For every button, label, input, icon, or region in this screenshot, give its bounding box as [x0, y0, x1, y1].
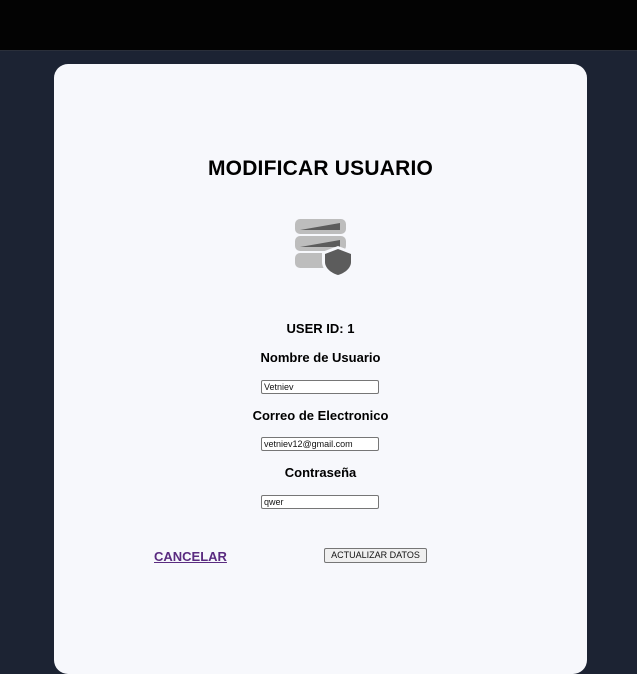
edit-user-card: MODIFICAR USUARIO USER ID: 1 Nombre de U… — [54, 64, 587, 674]
username-label: Nombre de Usuario — [260, 350, 381, 365]
password-label: Contraseña — [284, 465, 357, 480]
email-input[interactable] — [261, 437, 379, 451]
cancel-link[interactable]: CANCELAR — [154, 549, 227, 564]
username-input[interactable] — [261, 380, 379, 394]
update-data-button[interactable]: ACTUALIZAR DATOS — [324, 548, 427, 563]
page-title: MODIFICAR USUARIO — [207, 157, 434, 180]
user-id-label: USER ID: 1 — [286, 321, 355, 336]
top-bar — [0, 0, 637, 51]
email-label: Correo de Electronico — [252, 408, 389, 423]
password-input[interactable] — [261, 495, 379, 509]
database-shield-icon — [295, 219, 354, 278]
